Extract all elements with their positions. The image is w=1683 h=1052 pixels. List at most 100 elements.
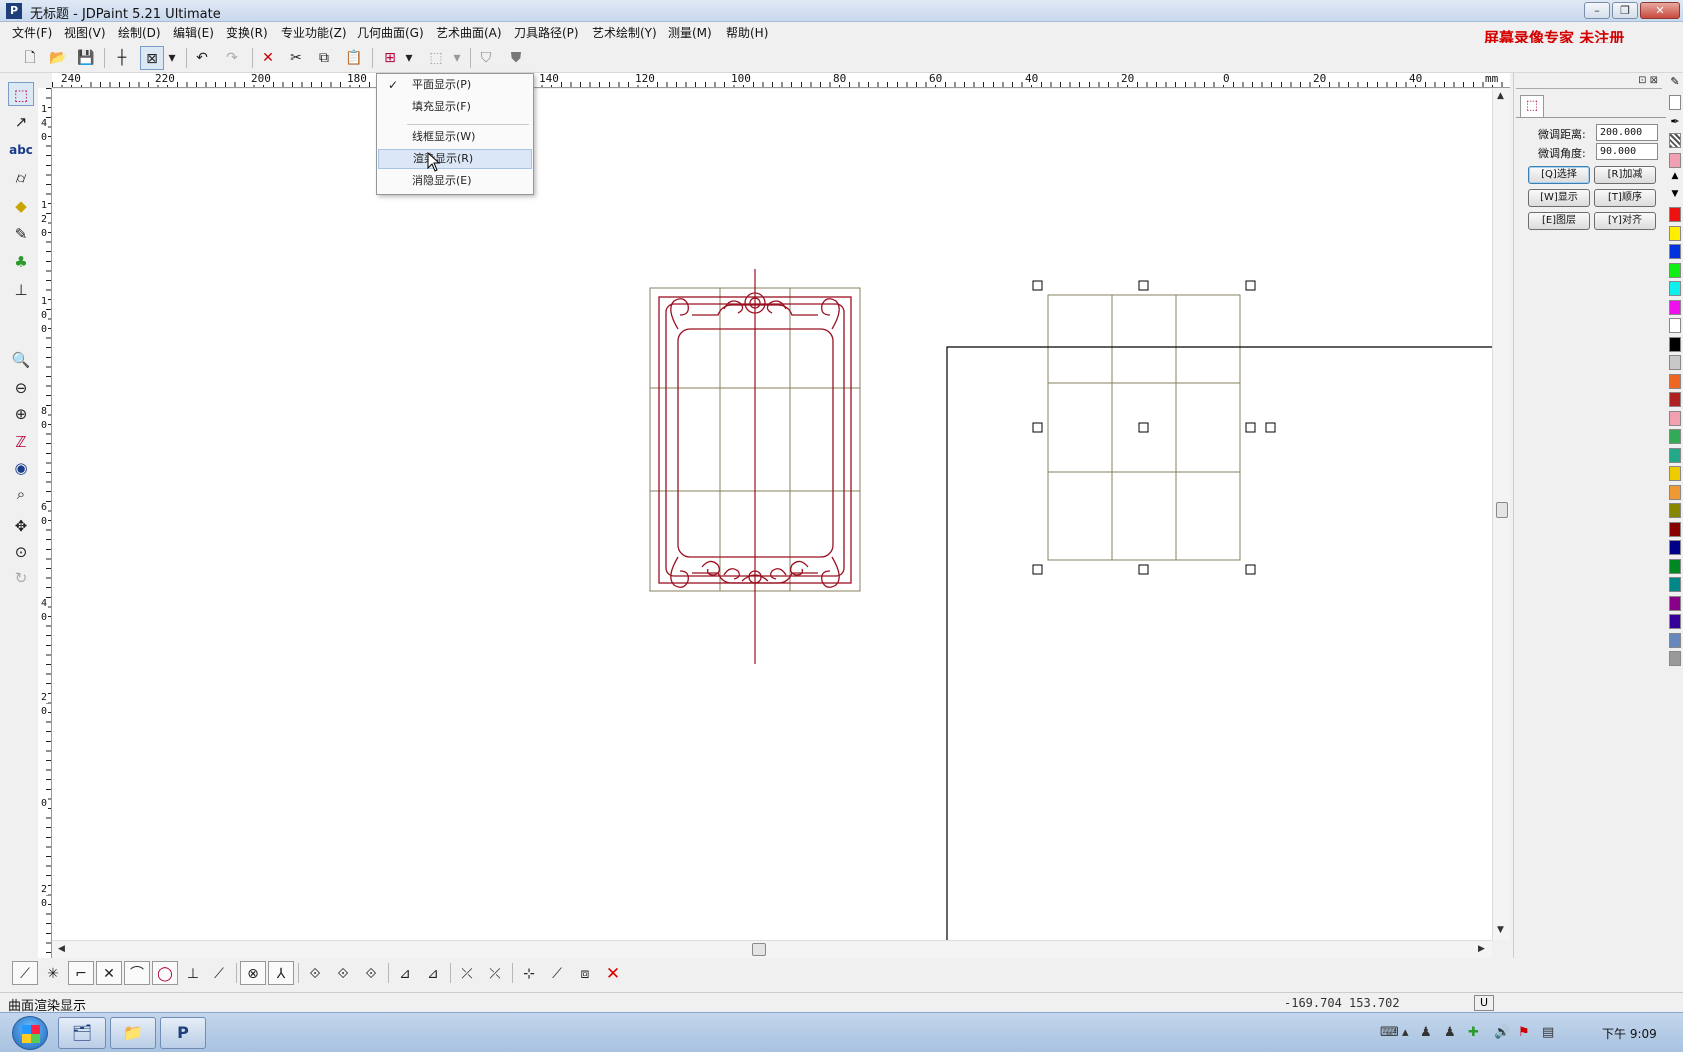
measure-icon[interactable]: ⊥	[8, 278, 34, 302]
scroll-right-icon[interactable]: ▶	[1478, 944, 1485, 954]
3d-box-icon[interactable]: ⬚	[424, 46, 448, 70]
array-icon[interactable]: ⊹	[516, 961, 542, 985]
trim-icon[interactable]: ✕	[96, 961, 122, 985]
shield-outline-icon[interactable]: ⛉	[474, 46, 498, 70]
zoom-z-icon[interactable]: ℤ	[8, 430, 34, 454]
menu-view[interactable]: 视图(V)	[64, 24, 106, 41]
eye-icon[interactable]: ◉	[8, 456, 34, 480]
color-swatch[interactable]	[1669, 429, 1681, 444]
delete-icon[interactable]: ✕	[256, 46, 280, 70]
boolean-subtract-icon[interactable]: ⟐	[330, 961, 356, 985]
tangent-line-icon[interactable]: ⟋	[206, 961, 232, 985]
boolean-union-icon[interactable]: ⟐	[302, 961, 328, 985]
zoom-out-icon[interactable]: ⊖	[8, 376, 34, 400]
view-mode-icon[interactable]: ⊞	[378, 46, 402, 70]
jdpaint-icon[interactable]: P	[160, 1017, 206, 1049]
menu-item-wireframe-display[interactable]: 线框显示(W)	[378, 127, 532, 147]
menu-art-surface[interactable]: 艺术曲面(A)	[436, 24, 502, 41]
menu-file[interactable]: 文件(F)	[12, 24, 52, 41]
network-icon[interactable]: ⚑	[1518, 1025, 1530, 1040]
pen-icon[interactable]: ✎	[8, 222, 34, 246]
zoom-in-icon[interactable]: ⊕	[8, 402, 34, 426]
menu-item-plane-display[interactable]: ✓ 平面显示(P)	[378, 75, 532, 95]
qq-icon[interactable]: ♟	[1444, 1025, 1456, 1040]
menu-help[interactable]: 帮助(H)	[726, 24, 768, 41]
diamond-fill-icon[interactable]: ◆	[8, 194, 34, 218]
scroll-down-icon[interactable]: ▼	[1497, 925, 1504, 935]
add-remove-button[interactable]: [R]加减	[1594, 166, 1656, 184]
minimize-button[interactable]: –	[1584, 2, 1610, 19]
boolean-intersect-icon[interactable]: ⟐	[358, 961, 384, 985]
menu-item-fill-display[interactable]: 填充显示(F)	[378, 97, 532, 117]
color-swatch[interactable]	[1669, 299, 1681, 315]
color-swatch[interactable]	[1669, 262, 1681, 278]
menu-geometry-surface[interactable]: 几何曲面(G)	[357, 24, 424, 41]
security-icon[interactable]: ✚	[1468, 1025, 1479, 1040]
color-swatch[interactable]	[1669, 484, 1681, 500]
qq-icon[interactable]: ♟	[1420, 1025, 1432, 1040]
app-folder-icon[interactable]: 🗂	[58, 1017, 106, 1049]
chevron-down-icon[interactable]: ▾	[450, 46, 464, 70]
menu-art-draw[interactable]: 艺术绘制(Y)	[592, 24, 657, 41]
panel-pin-icon[interactable]: ⊡ ⊠	[1638, 75, 1658, 86]
select-node-icon[interactable]: ⬚	[8, 82, 34, 106]
color-swatch[interactable]	[1669, 318, 1681, 333]
clock[interactable]: 下午 9:09	[1602, 1025, 1657, 1042]
scale-icon[interactable]: ⧈	[572, 961, 598, 985]
clipboard-icon[interactable]: ▤	[1542, 1025, 1554, 1040]
snap-angle-icon[interactable]: ⅄	[268, 961, 294, 985]
snap-point-icon[interactable]: ⊗	[240, 961, 266, 985]
extend-icon[interactable]: ⊿	[392, 961, 418, 985]
chevron-down-icon[interactable]: ▾	[165, 46, 179, 70]
no-color-icon[interactable]	[1669, 95, 1681, 110]
stretch-icon[interactable]: ⊿	[420, 961, 446, 985]
order-button[interactable]: [T]顺序	[1594, 189, 1656, 207]
color-swatch[interactable]	[1669, 521, 1681, 537]
color-swatch[interactable]	[1669, 225, 1681, 241]
color-swatch[interactable]	[1669, 540, 1681, 555]
redo-icon[interactable]: ↷	[220, 46, 244, 70]
scroll-thumb[interactable]	[752, 943, 766, 956]
paste-icon[interactable]: 📋	[342, 46, 366, 70]
circle-tangent-icon[interactable]: ◯	[152, 961, 178, 985]
align-button[interactable]: [Y]对齐	[1594, 212, 1656, 230]
drawing-canvas[interactable]	[52, 89, 1492, 940]
color-swatch[interactable]	[1669, 410, 1681, 426]
menu-item-render-display[interactable]: 渲染显示(R)	[378, 149, 532, 169]
explorer-icon[interactable]: 📁	[110, 1017, 156, 1049]
text-abc-icon[interactable]: abc	[8, 138, 34, 162]
line-tool-icon[interactable]: ⟋	[12, 961, 38, 985]
color-swatch[interactable]	[1669, 466, 1681, 481]
arc-corner-icon[interactable]: ⌒	[124, 961, 150, 985]
color-swatch[interactable]	[1669, 244, 1681, 259]
maximize-button[interactable]: ❐	[1612, 2, 1638, 19]
start-button[interactable]	[12, 1016, 48, 1050]
current-color-swatch[interactable]	[1669, 153, 1681, 168]
color-swatch[interactable]	[1669, 447, 1681, 463]
arrow-up-icon[interactable]: ▴	[1402, 1025, 1409, 1040]
menu-edit[interactable]: 编辑(E)	[173, 24, 214, 41]
delete-icon[interactable]: ✕	[600, 961, 626, 985]
color-swatch[interactable]	[1669, 281, 1681, 296]
select-mode-button[interactable]: [Q]选择	[1528, 166, 1590, 184]
color-swatch[interactable]	[1669, 392, 1681, 407]
color-swatch[interactable]	[1669, 558, 1681, 574]
scroll-thumb[interactable]	[1496, 502, 1508, 518]
menu-transform[interactable]: 变换(R)	[226, 24, 268, 41]
horizontal-scrollbar[interactable]: ◀ ▶	[52, 940, 1492, 958]
new-file-icon[interactable]: 🗋	[18, 46, 42, 70]
mirror-icon[interactable]: ⟋	[544, 961, 570, 985]
vertical-scrollbar[interactable]: ▲ ▼	[1492, 89, 1510, 940]
shield-filled-icon[interactable]: ⛊	[504, 46, 528, 70]
copy-icon[interactable]: ⧉	[312, 46, 336, 70]
color-swatch[interactable]	[1669, 577, 1681, 592]
scroll-left-icon[interactable]: ◀	[58, 944, 65, 954]
scroll-up-icon[interactable]: ▲	[1669, 171, 1681, 186]
color-swatch[interactable]	[1669, 355, 1681, 370]
delete-segment-icon[interactable]: ⤫	[482, 961, 508, 985]
color-swatch[interactable]	[1669, 373, 1681, 389]
close-button[interactable]: ✕	[1640, 2, 1680, 19]
crosshair-icon[interactable]: ┼	[110, 46, 134, 70]
pencil-icon[interactable]: ✎	[1669, 75, 1681, 90]
save-file-icon[interactable]: 💾	[74, 46, 98, 70]
